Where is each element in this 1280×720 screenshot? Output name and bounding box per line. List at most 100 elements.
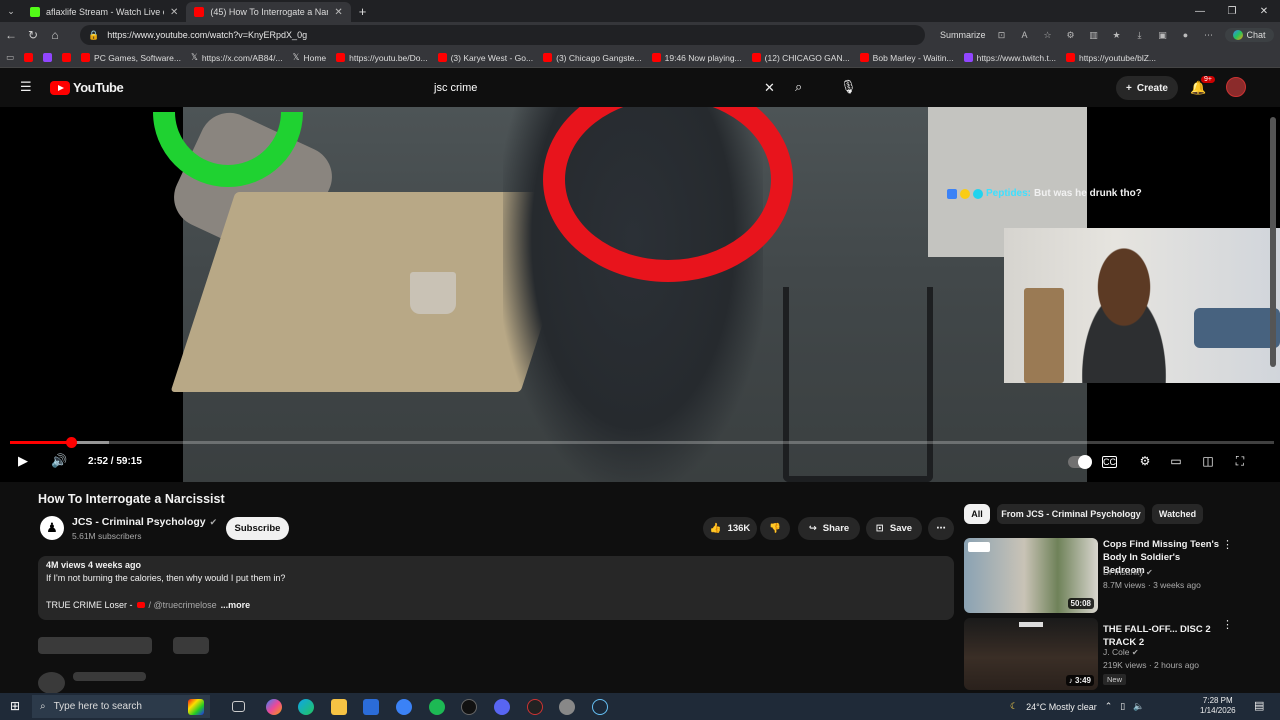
taskbar-search-input[interactable]: ⌕ Type here to search (32, 695, 210, 718)
back-icon[interactable]: ← (0, 28, 22, 42)
related-video[interactable]: ♪ 3:49 THE FALL-OFF... DISC 2 TRACK 2 J.… (964, 618, 1264, 693)
profile-icon[interactable]: ● (1179, 30, 1193, 40)
weather-icon[interactable]: ☾ (1010, 701, 1018, 712)
bookmark-item[interactable]: (12) CHICAGO GAN... (751, 53, 850, 63)
cast-icon[interactable]: ◫ (1198, 454, 1218, 468)
share-button[interactable]: ↪ Share (798, 517, 860, 540)
subscribe-button[interactable]: Subscribe (226, 517, 289, 540)
progress-bar[interactable] (10, 437, 1274, 448)
scrubber-handle[interactable] (65, 437, 77, 448)
close-tab-icon[interactable]: ✕ (170, 7, 178, 18)
chip-from-channel[interactable]: From JCS - Criminal Psychology (997, 504, 1145, 524)
close-tab-icon[interactable]: ✕ (334, 7, 342, 18)
youtube-bookmark-icon[interactable] (24, 53, 34, 62)
play-icon[interactable]: ▶ (18, 453, 28, 469)
video-thumbnail[interactable]: ♪ 3:49 (964, 618, 1098, 690)
clear-search-icon[interactable]: ✕ (764, 80, 775, 96)
close-window-icon[interactable]: ✕ (1248, 6, 1280, 17)
autoplay-toggle[interactable] (1068, 455, 1092, 469)
more-vertical-icon[interactable]: ⋮ (1222, 538, 1233, 551)
copilot-taskbar-icon[interactable] (266, 699, 282, 715)
search-input[interactable]: jsc crime (424, 76, 784, 100)
split-screen-icon[interactable]: ▥ (1087, 30, 1101, 41)
home-icon[interactable]: ⌂ (44, 28, 66, 42)
channel-avatar[interactable]: ♟ (40, 516, 64, 540)
dislike-button[interactable]: 👎 (760, 517, 790, 540)
app-icon[interactable] (396, 699, 412, 715)
related-video[interactable]: 50:08 Cops Find Missing Teen's Body In S… (964, 538, 1264, 618)
captions-icon[interactable]: CC (1102, 456, 1117, 468)
chip-watched[interactable]: Watched (1152, 504, 1203, 524)
steam-icon[interactable] (592, 699, 608, 715)
channel-handle-link[interactable]: / @truecrimelose (149, 600, 217, 610)
app-icon[interactable] (559, 699, 575, 715)
page-scrollbar[interactable] (1268, 107, 1278, 692)
cube-app-icon[interactable] (188, 699, 204, 715)
tab-youtube-video[interactable]: (45) How To Interrogate a Narcissi ✕ (186, 2, 351, 22)
volume-tray-icon[interactable]: 🔈 (1133, 701, 1144, 712)
bookmark-item[interactable]: Bob Marley - Waitin... (859, 53, 954, 63)
summarize-button[interactable]: Summarize (940, 30, 986, 40)
show-more-button[interactable]: ...more (221, 600, 251, 610)
like-button[interactable]: 👍 136K (703, 517, 757, 540)
bookmark-item[interactable]: (3) Karye West - Go... (437, 53, 533, 63)
bookmark-item[interactable]: (3) Chicago Gangste... (543, 53, 642, 63)
microphone-icon[interactable]: 🎙 (840, 79, 857, 97)
bookmark-item[interactable]: https://youtu.be/Do... (336, 53, 428, 63)
youtube-bookmark-icon[interactable] (62, 53, 72, 62)
settings-icon[interactable]: ⚙ (1135, 454, 1155, 468)
bookmark-item[interactable]: PC Games, Software... (81, 53, 181, 63)
url-field[interactable]: 🔒 https://www.youtube.com/watch?v=KnyERp… (80, 25, 925, 45)
notifications-center-icon[interactable]: ▤ (1254, 699, 1264, 712)
store-icon[interactable] (363, 699, 379, 715)
bookmark-item[interactable]: https://www.twitch.t... (963, 53, 1056, 63)
create-button[interactable]: + Create (1116, 76, 1178, 100)
related-video-title[interactable]: THE FALL-OFF... DISC 2 TRACK 2 (1103, 623, 1223, 649)
tab-kick-stream[interactable]: aflaxlife Stream - Watch Live on K ✕ (22, 2, 186, 22)
app-icon[interactable] (527, 699, 543, 715)
avatar[interactable] (1226, 77, 1246, 97)
chip-all[interactable]: All (964, 504, 990, 524)
downloads-icon[interactable]: ⤓ (1133, 30, 1147, 41)
read-aloud-icon[interactable]: A (1018, 30, 1032, 40)
bookmark-item[interactable]: 𝕏https://x.com/AB84/... (191, 52, 283, 63)
fullscreen-icon[interactable]: ⛶ (1230, 454, 1250, 469)
volume-icon[interactable]: 🔊 (51, 453, 67, 469)
copilot-chat-button[interactable]: Chat (1224, 28, 1274, 42)
more-actions-button[interactable]: ⋯ (928, 517, 954, 540)
new-tab-button[interactable]: + (359, 4, 367, 19)
weather-text[interactable]: 24°C Mostly clear (1026, 702, 1097, 712)
refresh-icon[interactable]: ↻ (22, 28, 44, 42)
more-vertical-icon[interactable]: ⋮ (1222, 618, 1233, 631)
minimize-icon[interactable]: — (1184, 6, 1216, 17)
hamburger-menu-icon[interactable]: ☰ (20, 79, 32, 95)
search-icon[interactable]: ⌕ (795, 79, 802, 95)
related-video-channel[interactable]: J. Cole ✔ (1103, 647, 1139, 657)
task-view-icon[interactable] (232, 701, 245, 712)
miniplayer-icon[interactable]: ▭ (1166, 454, 1186, 468)
extensions-icon[interactable]: ⚙ (1064, 30, 1078, 41)
related-video-channel[interactable]: Dr Insanity ✔ (1103, 567, 1153, 577)
windows-start-icon[interactable]: ⊞ (10, 699, 20, 713)
description-box[interactable]: 4M views 4 weeks ago If I'm not burning … (38, 556, 954, 620)
file-explorer-icon[interactable] (331, 699, 347, 715)
bookmark-item[interactable]: 19:46 Now playing... (651, 53, 742, 63)
spotify-icon[interactable] (429, 699, 445, 715)
save-button[interactable]: ⊡ Save (866, 517, 922, 540)
site-info-icon[interactable]: 🔒 (88, 30, 99, 41)
scrollbar-thumb[interactable] (1270, 117, 1276, 367)
favorites-icon[interactable]: ★ (1110, 30, 1124, 41)
discord-icon[interactable] (494, 699, 510, 715)
taskbar-clock[interactable]: 7:28 PM 1/14/2026 (1200, 696, 1236, 716)
bookmark-item[interactable]: 𝕏 Home (293, 52, 327, 63)
tray-overflow-icon[interactable]: ⌃ (1105, 701, 1113, 712)
reader-icon[interactable]: ⊡ (995, 30, 1009, 41)
channel-name[interactable]: JCS - Criminal Psychology ✔ (72, 516, 217, 528)
video-player[interactable]: Peptides: But was he drunk tho? ▶ 🔊 2:52… (0, 107, 1280, 482)
youtube-logo[interactable]: YouTube (50, 80, 124, 95)
edge-browser-icon[interactable] (298, 699, 314, 715)
app-icon[interactable] (461, 699, 477, 715)
bookmarks-icon[interactable]: ▭ (6, 52, 14, 63)
twitch-bookmark-icon[interactable] (43, 53, 53, 62)
favorite-icon[interactable]: ☆ (1041, 30, 1055, 41)
